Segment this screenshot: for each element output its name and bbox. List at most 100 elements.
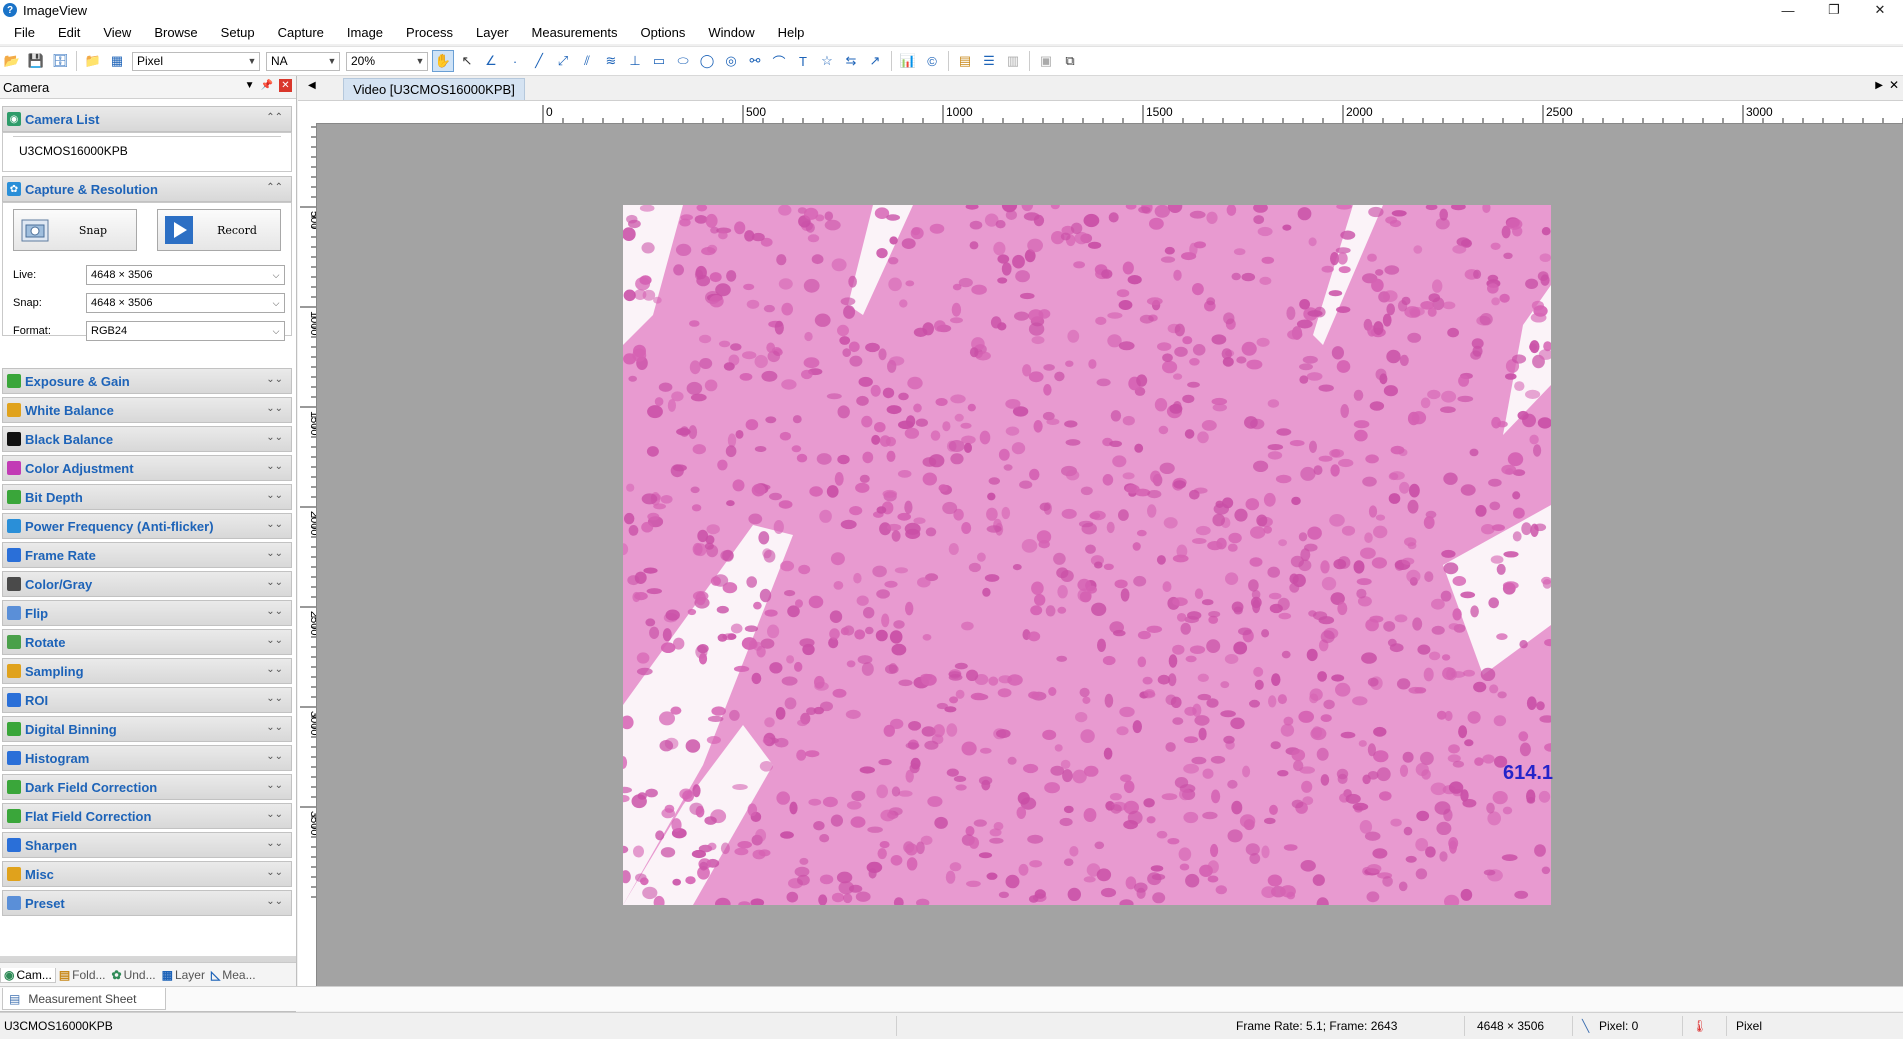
- circle-tool-icon[interactable]: ◯: [696, 50, 718, 72]
- section-color-gray[interactable]: Color/Gray ⌄⌄: [2, 571, 292, 597]
- unit-select[interactable]: Pixel ▼: [132, 51, 260, 71]
- record-button[interactable]: Record: [157, 209, 281, 251]
- snap-button[interactable]: Snap: [13, 209, 137, 251]
- align-icon[interactable]: ☰: [978, 50, 1000, 72]
- menu-help[interactable]: Help: [764, 25, 814, 40]
- open-icon[interactable]: 📂: [1, 50, 23, 72]
- select-arrow-icon[interactable]: ↖: [456, 50, 478, 72]
- multi-parallel-tool-icon[interactable]: ≋: [600, 50, 622, 72]
- panel-menu-icon[interactable]: ▼: [245, 80, 255, 91]
- section-exposure-gain[interactable]: Exposure & Gain ⌄⌄: [2, 368, 292, 394]
- tab-video[interactable]: Video [U3CMOS16000KPB]: [343, 78, 525, 100]
- menu-file[interactable]: File: [0, 25, 44, 40]
- section-color-adjustment[interactable]: Color Adjustment ⌄⌄: [2, 455, 292, 481]
- section-sampling[interactable]: Sampling ⌄⌄: [2, 658, 292, 684]
- menu-setup[interactable]: Setup: [207, 25, 264, 40]
- section-misc[interactable]: Misc ⌄⌄: [2, 861, 292, 887]
- chevron-down-icon: ⌵: [272, 325, 280, 336]
- preset-icon: [7, 896, 21, 910]
- menu-measurements[interactable]: Measurements: [518, 25, 627, 40]
- calibrate-icon[interactable]: ©: [921, 50, 943, 72]
- layout-icon[interactable]: ▦: [106, 50, 128, 72]
- section-rotate[interactable]: Rotate ⌄⌄: [2, 629, 292, 655]
- section-roi[interactable]: ROI ⌄⌄: [2, 687, 292, 713]
- toolbar-separator: [891, 51, 892, 71]
- section-power-frequency-anti-flicker[interactable]: Power Frequency (Anti-flicker) ⌄⌄: [2, 513, 292, 539]
- magnification-select[interactable]: NA ▼: [266, 51, 340, 71]
- minimize-button[interactable]: —: [1765, 0, 1811, 20]
- section-sharpen[interactable]: Sharpen ⌄⌄: [2, 832, 292, 858]
- section-histogram[interactable]: Histogram ⌄⌄: [2, 745, 292, 771]
- parallel-tool-icon[interactable]: ⫽: [576, 50, 598, 72]
- menu-browse[interactable]: Browse: [140, 25, 206, 40]
- tab-folders[interactable]: ▤ Fold...: [56, 968, 109, 982]
- pin-icon[interactable]: 📌: [261, 80, 273, 91]
- image-viewer[interactable]: 0500100015002000250030003500400045005000…: [298, 101, 1903, 986]
- restore-button[interactable]: ❐: [1811, 0, 1857, 20]
- image-stamp: 614.1: [1503, 762, 1554, 784]
- save-all-icon[interactable]: 🗄: [49, 50, 71, 72]
- section-digital-binning[interactable]: Digital Binning ⌄⌄: [2, 716, 292, 742]
- menu-capture[interactable]: Capture: [264, 25, 333, 40]
- section-camera-list[interactable]: ◉ Camera List ⌃⌃: [2, 106, 292, 132]
- camera-list-box: U3CMOS16000KPB: [2, 132, 292, 172]
- rectangle-tool-icon[interactable]: ▭: [648, 50, 670, 72]
- tab-measurements[interactable]: ◺ Mea...: [208, 968, 259, 982]
- polygon-tool-icon[interactable]: ☆: [816, 50, 838, 72]
- format-select[interactable]: RGB24 ⌵: [86, 321, 285, 341]
- annulus-tool-icon[interactable]: ◎: [720, 50, 742, 72]
- line-tool-icon[interactable]: ╱: [528, 50, 550, 72]
- section-capture-resolution[interactable]: ✿ Capture & Resolution ⌃⌃: [2, 176, 292, 202]
- menu-window[interactable]: Window: [694, 25, 763, 40]
- ellipse-tool-icon[interactable]: ⬭: [672, 50, 694, 72]
- point-tool-icon[interactable]: ·: [504, 50, 526, 72]
- live-resolution-select[interactable]: 4648 × 3506 ⌵: [86, 265, 285, 285]
- tab-video-label: Video [U3CMOS16000KPB]: [353, 82, 515, 97]
- close-button[interactable]: ✕: [1857, 0, 1903, 20]
- histogram-tool-icon[interactable]: 📊: [897, 50, 919, 72]
- menu-edit[interactable]: Edit: [44, 25, 89, 40]
- section-black-balance[interactable]: Black Balance ⌄⌄: [2, 426, 292, 452]
- two-circles-tool-icon[interactable]: ⚯: [744, 50, 766, 72]
- save-icon[interactable]: 💾: [25, 50, 47, 72]
- tab-layer[interactable]: ▦ Layer: [159, 968, 208, 982]
- section-white-balance[interactable]: White Balance ⌄⌄: [2, 397, 292, 423]
- section-label: Misc: [25, 866, 54, 882]
- status-pixel: Pixel: 0: [1599, 1019, 1639, 1033]
- tab-measurement-sheet[interactable]: ▤ Measurement Sheet: [2, 988, 166, 1010]
- section-dark-field-correction[interactable]: Dark Field Correction ⌄⌄: [2, 774, 292, 800]
- hand-tool-icon[interactable]: ✋: [432, 50, 454, 72]
- tab-undo[interactable]: ✿ Und...: [109, 968, 159, 982]
- snap-resolution-select[interactable]: 4648 × 3506 ⌵: [86, 293, 285, 313]
- menu-view[interactable]: View: [89, 25, 140, 40]
- arrow-tool-icon[interactable]: ↗: [864, 50, 886, 72]
- menu-layer[interactable]: Layer: [462, 25, 518, 40]
- section-preset[interactable]: Preset ⌄⌄: [2, 890, 292, 916]
- section-frame-rate[interactable]: Frame Rate ⌄⌄: [2, 542, 292, 568]
- perpendicular-tool-icon[interactable]: ⊥: [624, 50, 646, 72]
- scale-bar-tool-icon[interactable]: ⇆: [840, 50, 862, 72]
- menu-image[interactable]: Image: [333, 25, 392, 40]
- close-tab-icon[interactable]: ✕: [1889, 78, 1899, 92]
- scroll-left-icon[interactable]: ◀: [308, 80, 316, 91]
- section-flip[interactable]: Flip ⌄⌄: [2, 600, 292, 626]
- zoom-select[interactable]: 20% ▼: [346, 51, 428, 71]
- arc-tool-icon[interactable]: ⌒: [768, 50, 790, 72]
- tab-camera[interactable]: ◉ Cam...: [0, 967, 56, 983]
- snap-label: Snap: [78, 223, 108, 237]
- layer-icon[interactable]: ▤: [954, 50, 976, 72]
- vertical-ruler: 0500100015002000250030003500: [298, 123, 317, 986]
- menu-process[interactable]: Process: [392, 25, 462, 40]
- scroll-right-icon[interactable]: ▶: [1875, 80, 1883, 91]
- microscope-image[interactable]: [623, 205, 1551, 905]
- panel-close-icon[interactable]: ✕: [279, 79, 292, 92]
- menu-options[interactable]: Options: [627, 25, 695, 40]
- section-bit-depth[interactable]: Bit Depth ⌄⌄: [2, 484, 292, 510]
- fullscreen-icon[interactable]: ⧉: [1059, 50, 1081, 72]
- angle-tool-icon[interactable]: ∠: [480, 50, 502, 72]
- folder-icon[interactable]: 📁: [82, 50, 104, 72]
- camera-list-item[interactable]: U3CMOS16000KPB: [19, 144, 128, 158]
- arrow-line-tool-icon[interactable]: ⤢: [552, 50, 574, 72]
- section-flat-field-correction[interactable]: Flat Field Correction ⌄⌄: [2, 803, 292, 829]
- text-tool-icon[interactable]: T: [792, 50, 814, 72]
